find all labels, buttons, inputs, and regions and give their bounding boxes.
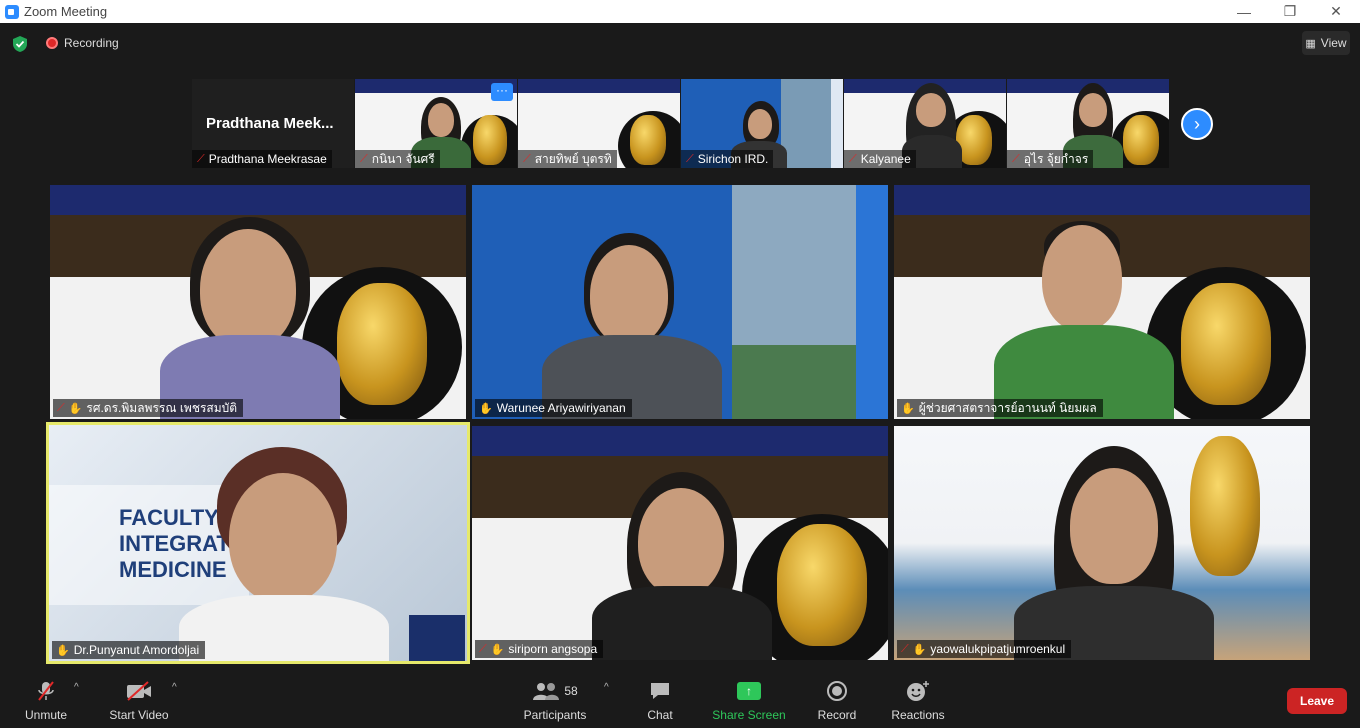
reactions-label: Reactions	[891, 708, 945, 722]
chat-icon	[649, 678, 671, 704]
recording-icon	[46, 37, 58, 49]
video-off-icon	[126, 678, 152, 704]
video-options-caret[interactable]: ^	[172, 682, 177, 693]
security-shield-icon[interactable]	[12, 35, 28, 53]
participant-nameplate: ✋ Dr.Punyanut Amordoljai	[52, 641, 206, 659]
participant-name: Warunee Ariyawiriyanan	[496, 401, 626, 415]
zoom-app-icon	[5, 4, 19, 19]
mic-muted-icon: ⟋	[849, 152, 857, 165]
mic-muted-icon	[36, 678, 56, 704]
participant-nameplate: ⟋ ✋ siriporn angsopa	[475, 640, 604, 658]
restore-button[interactable]: ❐	[1267, 0, 1313, 23]
thumbnail-video[interactable]: ··· ⟋ กนินา จันศรี	[355, 79, 517, 168]
participants-options-caret[interactable]: ^	[604, 682, 609, 693]
participant-nameplate: ✋ Warunee Ariyawiriyanan	[475, 399, 632, 417]
start-video-button[interactable]: Start Video	[106, 678, 172, 722]
mic-muted-icon: ⟋	[686, 152, 694, 165]
mic-muted-icon: ⟋	[901, 642, 909, 655]
participant-video-tile[interactable]: ✋ ผู้ช่วยศาสตราจารย์อานนท์ นิยมผล	[894, 185, 1310, 419]
record-button[interactable]: Record	[816, 678, 858, 722]
participant-name: siriporn angsopa	[508, 642, 598, 656]
participant-nameplate: ⟋ ✋ รศ.ดร.พิมลพรรณ เพชรสมบัติ	[53, 399, 244, 417]
raised-hand-icon: ✋	[56, 644, 70, 657]
participant-name: yaowalukpipatjumroenkul	[930, 642, 1066, 656]
thumbnail-name: Kalyanee	[860, 152, 911, 166]
meeting-toolbar: Unmute ^ Start Video ^ 58 Participants ^…	[0, 670, 1360, 728]
window-title: Zoom Meeting	[24, 4, 108, 19]
participant-name: รศ.ดร.พิมลพรรณ เพชรสมบัติ	[86, 400, 238, 415]
thumbnail-nameplate: ⟋ กนินา จันศรี	[355, 150, 440, 168]
thumbnail-nameplate: ⟋ Pradthana Meekrasae	[192, 150, 332, 168]
leave-button[interactable]: Leave	[1287, 688, 1347, 714]
window-titlebar: Zoom Meeting — ❐ ✕	[0, 0, 1360, 23]
mic-muted-icon: ⟋	[197, 152, 205, 165]
participant-big-name: Pradthana Meek...	[206, 115, 334, 132]
participant-video-tile[interactable]: ⟋ ✋ siriporn angsopa	[472, 426, 888, 660]
raised-hand-icon: ✋	[68, 402, 83, 415]
start-video-label: Start Video	[109, 708, 169, 722]
grid-icon: ▦	[1305, 37, 1316, 50]
participant-name: ผู้ช่วยศาสตราจารย์อานนท์ นิยมผล	[918, 400, 1097, 415]
reactions-button[interactable]: Reactions	[890, 678, 946, 722]
mic-muted-icon: ⟋	[360, 152, 368, 165]
raised-hand-icon: ✋	[901, 402, 915, 415]
participants-label: Participants	[523, 708, 587, 722]
record-label: Record	[817, 708, 857, 722]
thumbnail-video[interactable]: ⟋ สายทิพย์ บุตรทิ	[518, 79, 680, 168]
next-page-button[interactable]: ›	[1181, 108, 1213, 140]
record-icon	[826, 678, 848, 704]
participant-nameplate: ⟋ ✋ yaowalukpipatjumroenkul	[897, 640, 1072, 658]
raised-hand-icon: ✋	[490, 643, 505, 656]
thumbnail-nameplate: ⟋ สายทิพย์ บุตรทิ	[518, 150, 617, 168]
participant-video-tile[interactable]: ✋ Warunee Ariyawiriyanan	[472, 185, 888, 419]
raised-hand-icon: ✋	[479, 402, 493, 415]
participant-name: Dr.Punyanut Amordoljai	[73, 643, 200, 657]
share-screen-icon: ↑	[737, 678, 761, 704]
participants-count: 58	[564, 684, 578, 698]
unmute-button[interactable]: Unmute	[22, 678, 70, 722]
participant-video-tile[interactable]: ⟋ ✋ yaowalukpipatjumroenkul	[894, 426, 1310, 660]
participants-icon: 58	[532, 678, 578, 704]
mic-muted-icon: ⟋	[1012, 152, 1020, 165]
thumbnail-video[interactable]: ⟋ อุไร จุ้ยกำจร	[1007, 79, 1169, 168]
participant-nameplate: ✋ ผู้ช่วยศาสตราจารย์อานนท์ นิยมผล	[897, 399, 1103, 417]
audio-options-caret[interactable]: ^	[74, 682, 79, 693]
more-options-button[interactable]: ···	[491, 83, 513, 101]
share-screen-label: Share Screen	[712, 708, 786, 722]
thumbnail-name: อุไร จุ้ยกำจร	[1023, 151, 1089, 166]
recording-label: Recording	[64, 36, 119, 50]
mic-muted-icon: ⟋	[523, 152, 531, 165]
thumbnail-name: Sirichon IRD.	[697, 152, 769, 166]
unmute-label: Unmute	[24, 708, 68, 722]
minimize-button[interactable]: —	[1221, 0, 1267, 23]
smiley-icon	[906, 678, 930, 704]
thumbnail-video[interactable]: ⟋ Kalyanee	[844, 79, 1006, 168]
thumbnail-nameplate: ⟋ Kalyanee	[844, 150, 916, 168]
meeting-topbar: Recording ▦ View	[0, 23, 1360, 65]
close-button[interactable]: ✕	[1313, 0, 1359, 23]
thumbnail-video[interactable]: Pradthana Meek... ⟋ Pradthana Meekrasae	[192, 79, 354, 168]
mic-muted-icon: ⟋	[479, 642, 487, 655]
thumbnail-name: สายทิพย์ บุตรทิ	[534, 151, 612, 166]
chat-label: Chat	[647, 708, 673, 722]
thumbnail-name: กนินา จันศรี	[371, 151, 435, 166]
view-button[interactable]: ▦ View	[1302, 31, 1350, 55]
participants-button[interactable]: 58 Participants	[522, 678, 588, 722]
mic-muted-icon: ⟋	[57, 401, 65, 414]
raised-hand-icon: ✋	[912, 643, 927, 656]
thumbnail-nameplate: ⟋ Sirichon IRD.	[681, 150, 774, 168]
participant-video-tile[interactable]: ⟋ ✋ รศ.ดร.พิมลพรรณ เพชรสมบัติ	[50, 185, 466, 419]
thumbnail-strip: Pradthana Meek... ⟋ Pradthana Meekrasae …	[192, 79, 1169, 168]
thumbnail-nameplate: ⟋ อุไร จุ้ยกำจร	[1007, 150, 1094, 168]
chat-button[interactable]: Chat	[640, 678, 680, 722]
thumbnail-video[interactable]: ⟋ Sirichon IRD.	[681, 79, 843, 168]
participant-video-tile-active[interactable]: FACULTY INTEGRAT MEDICINE ✋ Dr.Punyanut Am…	[46, 422, 470, 664]
view-label: View	[1320, 36, 1347, 50]
share-screen-button[interactable]: ↑ Share Screen	[712, 678, 786, 722]
thumbnail-name: Pradthana Meekrasae	[208, 152, 327, 166]
